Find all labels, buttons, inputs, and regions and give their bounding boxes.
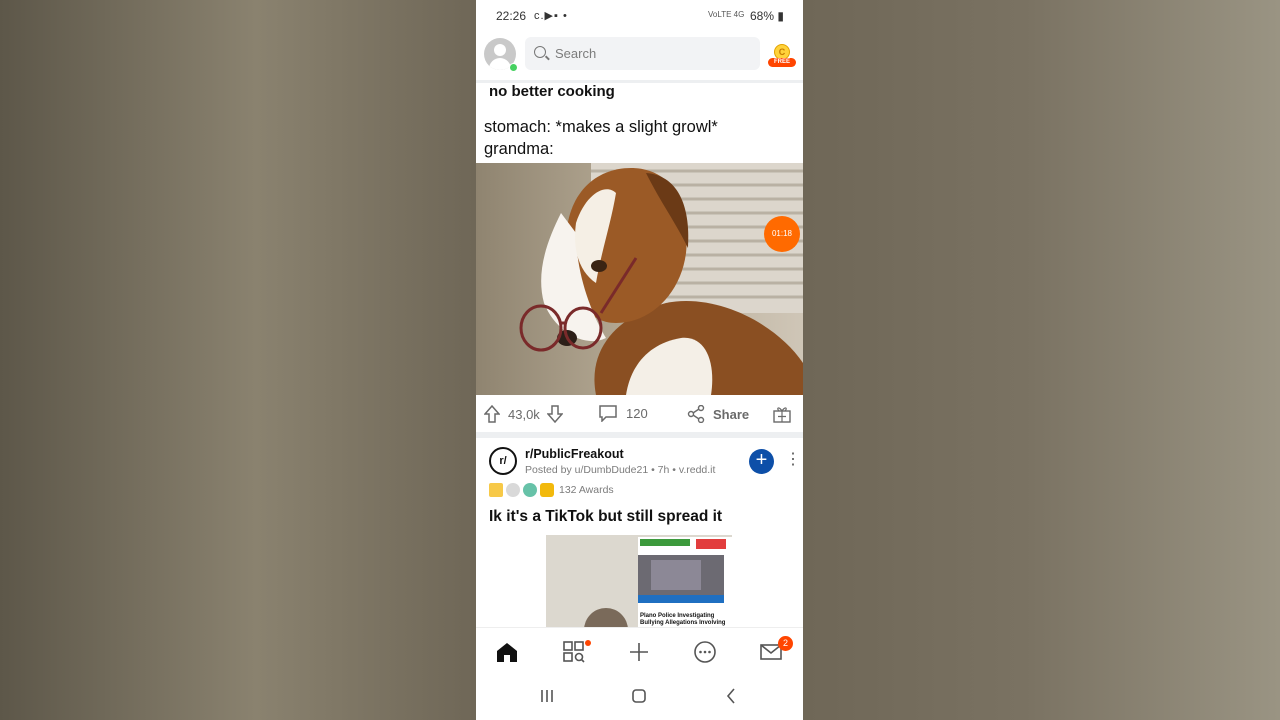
home-icon[interactable] <box>495 640 519 664</box>
meme-line-1: stomach: *makes a slight growl* <box>484 118 718 136</box>
comment-count: 120 <box>626 406 648 421</box>
thumb-caption: Plano Police Investigating Bullying Alle… <box>640 613 726 626</box>
upvote-icon[interactable] <box>484 405 500 423</box>
phone-screen: 22:26 c.▶▪ • VoLTE 4G 68% ▮ Search C FRE… <box>476 0 803 720</box>
free-label: FREE <box>768 58 796 67</box>
battery-icon: ▮ <box>777 9 784 23</box>
post-actions: 43,0k 120 Share <box>476 396 803 432</box>
create-post-icon[interactable] <box>627 640 651 664</box>
status-bar: 22:26 c.▶▪ • VoLTE 4G 68% ▮ <box>476 0 803 32</box>
meme-caption: stomach: *makes a slight growl* grandma: <box>484 116 718 160</box>
network-indicator: VoLTE 4G <box>708 10 745 19</box>
award-button[interactable] <box>773 405 791 423</box>
vote-count: 43,0k <box>508 406 540 422</box>
award-icon <box>489 483 503 497</box>
system-nav-bar <box>476 675 803 720</box>
awards-count: 132 Awards <box>559 484 614 496</box>
battery-indicator: 68% ▮ <box>750 9 784 23</box>
comment-icon <box>599 405 617 422</box>
communities-notification-dot <box>585 640 591 646</box>
search-placeholder: Search <box>555 46 597 61</box>
inbox-badge: 2 <box>778 636 793 651</box>
post-video[interactable] <box>476 163 803 395</box>
home-system-icon[interactable] <box>631 688 647 704</box>
subreddit-name[interactable]: r/PublicFreakout <box>525 447 624 461</box>
top-bar: Search C FREE <box>476 32 803 83</box>
recent-apps-icon[interactable] <box>539 689 555 703</box>
coin-shop-button[interactable]: C FREE <box>768 42 796 70</box>
search-icon <box>534 46 546 58</box>
share-button[interactable]: Share <box>687 405 749 423</box>
notification-icons: c.▶▪ • <box>534 10 568 22</box>
post-meta: Posted by u/DumbDude21 • 7h • v.redd.it <box>525 464 716 476</box>
back-icon[interactable] <box>725 688 737 704</box>
chat-icon[interactable] <box>693 640 717 664</box>
bottom-nav <box>476 627 803 676</box>
post-title[interactable]: Ik it's a TikTok but still spread it <box>489 508 722 526</box>
more-options-icon[interactable]: ⋮ <box>785 452 801 468</box>
communities-icon[interactable] <box>562 640 586 664</box>
gift-icon <box>773 407 791 423</box>
status-time: 22:26 <box>496 9 527 23</box>
share-icon <box>687 405 705 423</box>
video-timer: 01:18 <box>764 216 800 252</box>
post-thumbnail[interactable]: Plano Police Investigating Bullying Alle… <box>546 535 732 630</box>
comments-button[interactable]: 120 <box>599 405 648 422</box>
battery-percent: 68% <box>750 9 775 23</box>
dog-with-glasses-image <box>476 163 803 395</box>
award-icon <box>506 483 520 497</box>
downvote-icon[interactable] <box>546 405 563 423</box>
award-icon <box>523 483 537 497</box>
subreddit-icon[interactable]: r/ <box>489 447 517 475</box>
share-label: Share <box>713 406 750 422</box>
award-icon <box>540 483 554 497</box>
awards-row[interactable]: 132 Awards <box>489 483 614 497</box>
online-status-dot <box>509 63 518 72</box>
search-input[interactable]: Search <box>525 37 760 70</box>
join-button[interactable]: + <box>749 449 774 474</box>
post-separator <box>476 432 803 438</box>
meme-line-2: grandma: <box>484 140 554 158</box>
vote-group: 43,0k <box>484 405 563 423</box>
post-title[interactable]: no better cooking <box>489 83 615 100</box>
